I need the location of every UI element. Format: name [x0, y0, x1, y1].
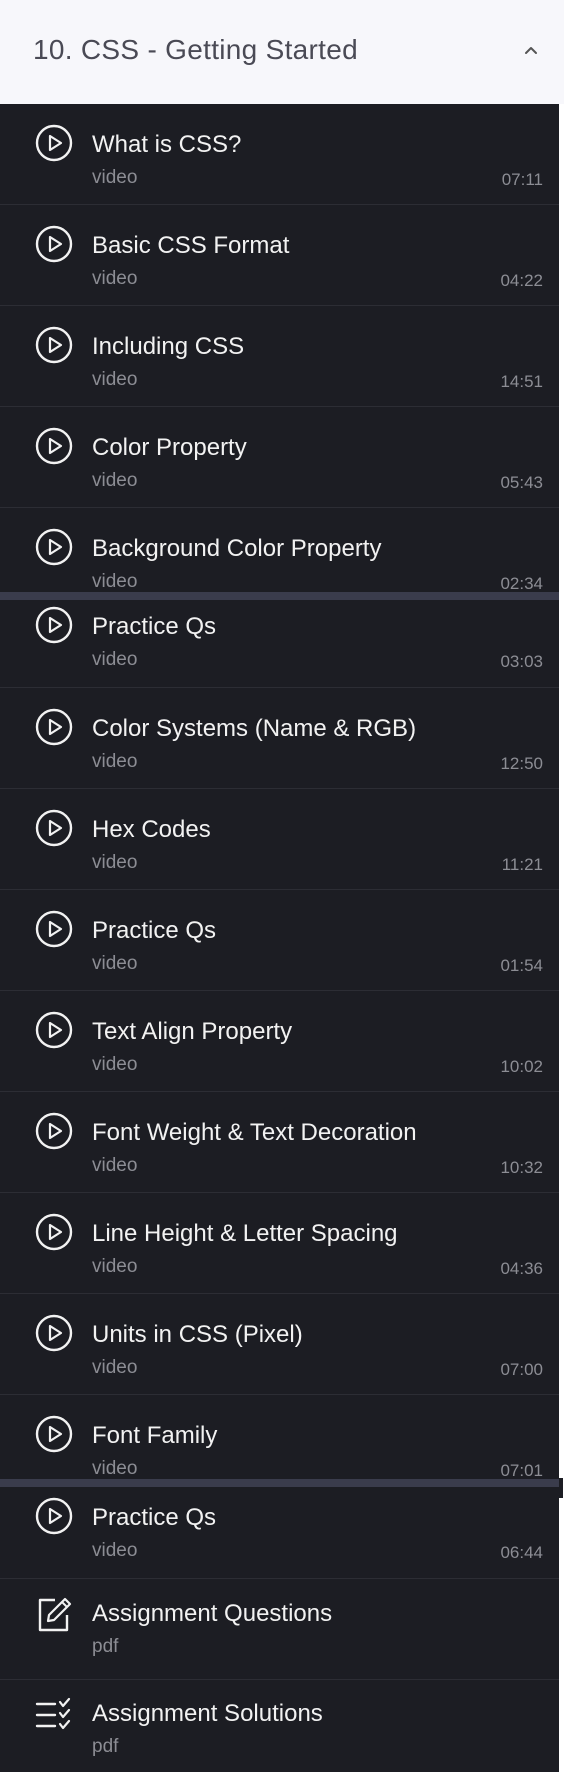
lecture-title: Background Color Property — [92, 535, 382, 562]
lecture-item[interactable]: Assignment Questions pdf — [0, 1579, 559, 1680]
lecture-title: Font Weight & Text Decoration — [92, 1119, 417, 1146]
play-circle-icon — [35, 326, 73, 364]
course-section: 10. CSS - Getting Started What is CSS? v… — [0, 0, 564, 1772]
play-circle-icon — [35, 528, 73, 566]
lecture-type: video — [92, 1540, 138, 1561]
lecture-type: video — [92, 1458, 138, 1479]
lecture-item[interactable]: Text Align Property video 10:02 — [0, 991, 559, 1092]
lecture-duration: 03:03 — [500, 652, 543, 671]
lecture-type: pdf — [92, 1736, 119, 1757]
play-circle-icon — [35, 910, 73, 948]
section-header[interactable]: 10. CSS - Getting Started — [0, 0, 564, 104]
lecture-type: video — [92, 649, 138, 670]
play-circle-icon — [35, 606, 73, 644]
lecture-type: video — [92, 1155, 138, 1176]
lecture-title: Including CSS — [92, 333, 245, 360]
lecture-duration: 07:11 — [501, 170, 543, 189]
play-circle-icon — [35, 427, 73, 465]
play-circle-icon — [35, 708, 73, 746]
play-circle-icon — [35, 124, 73, 162]
lecture-type: video — [92, 751, 138, 772]
lecture-duration: 10:32 — [500, 1158, 543, 1177]
lecture-item[interactable]: Practice Qs video 06:44 — [0, 1487, 559, 1579]
lecture-title: Practice Qs — [92, 917, 217, 944]
lecture-title: Line Height & Letter Spacing — [92, 1220, 398, 1247]
lecture-item[interactable]: Units in CSS (Pixel) video 07:00 — [0, 1294, 559, 1395]
play-circle-icon — [35, 1415, 73, 1453]
lecture-item[interactable]: Practice Qs video 01:54 — [0, 890, 559, 991]
lecture-item[interactable]: Basic CSS Format video 04:22 — [0, 205, 559, 306]
lecture-type: video — [92, 1256, 138, 1277]
lecture-duration: 07:00 — [500, 1360, 543, 1379]
lecture-duration: 02:34 — [500, 574, 543, 593]
lecture-type: video — [92, 953, 138, 974]
lecture-title: Practice Qs — [92, 1504, 217, 1531]
lecture-title: Units in CSS (Pixel) — [92, 1321, 303, 1348]
lecture-type: video — [92, 369, 138, 390]
lecture-type: video — [92, 571, 138, 592]
lecture-title: Hex Codes — [92, 816, 211, 843]
lecture-title: Text Align Property — [92, 1018, 293, 1045]
lecture-duration: 10:02 — [500, 1057, 543, 1076]
lecture-duration: 06:44 — [500, 1543, 543, 1562]
lecture-title: What is CSS? — [92, 131, 242, 158]
lecture-type: video — [92, 1054, 138, 1075]
lecture-title: Color Property — [92, 434, 247, 461]
lecture-item[interactable]: What is CSS? video 07:11 — [0, 104, 559, 205]
lecture-duration: 01:54 — [500, 956, 543, 975]
lecture-item[interactable]: Line Height & Letter Spacing video 04:36 — [0, 1193, 559, 1294]
play-circle-icon — [35, 225, 73, 263]
lecture-duration: 11:21 — [501, 855, 543, 874]
play-circle-icon — [35, 1497, 73, 1535]
lecture-item[interactable]: Color Property video 05:43 — [0, 407, 559, 508]
lecture-duration: 12:50 — [500, 754, 543, 773]
lecture-type: video — [92, 852, 138, 873]
lecture-duration: 04:22 — [500, 271, 543, 290]
lecture-duration: 07:01 — [500, 1461, 543, 1480]
lecture-title: Practice Qs — [92, 613, 217, 640]
checklist-icon — [35, 1696, 73, 1734]
lecture-title: Assignment Solutions — [92, 1700, 323, 1727]
lecture-duration: 05:43 — [500, 473, 543, 492]
play-circle-icon — [35, 1314, 73, 1352]
edit-document-icon — [35, 1596, 73, 1634]
lecture-title: Font Family — [92, 1422, 218, 1449]
lecture-item[interactable]: Assignment Solutions pdf — [0, 1680, 559, 1772]
lecture-item[interactable]: Font Weight & Text Decoration video 10:3… — [0, 1092, 559, 1193]
lecture-type: video — [92, 1357, 138, 1378]
play-circle-icon — [35, 809, 73, 847]
chevron-up-icon[interactable] — [518, 38, 544, 64]
lecture-duration: 14:51 — [500, 372, 543, 391]
lecture-item[interactable]: Color Systems (Name & RGB) video 12:50 — [0, 688, 559, 789]
lecture-title: Assignment Questions — [92, 1600, 333, 1627]
lecture-item[interactable]: Hex Codes video 11:21 — [0, 789, 559, 890]
lecture-type: video — [92, 470, 138, 491]
section-title: 10. CSS - Getting Started — [33, 34, 358, 65]
play-circle-icon — [35, 1011, 73, 1049]
section-divider — [0, 592, 559, 600]
play-circle-icon — [35, 1213, 73, 1251]
lecture-duration: 04:36 — [500, 1259, 543, 1278]
lecture-type: video — [92, 167, 138, 188]
play-circle-icon — [35, 1112, 73, 1150]
lecture-title: Color Systems (Name & RGB) — [92, 715, 417, 742]
section-divider — [0, 1479, 559, 1487]
scrollbar-thumb[interactable] — [559, 1478, 563, 1498]
lecture-type: video — [92, 268, 138, 289]
lecture-list: What is CSS? video 07:11 Basic CSS Forma… — [0, 104, 559, 1772]
lecture-type: pdf — [92, 1636, 119, 1657]
lecture-item[interactable]: Practice Qs video 03:03 — [0, 600, 559, 688]
lecture-item[interactable]: Including CSS video 14:51 — [0, 306, 559, 407]
lecture-item[interactable]: Background Color Property video 02:34 — [0, 508, 559, 595]
lecture-title: Basic CSS Format — [92, 232, 290, 259]
lecture-item[interactable]: Font Family video 07:01 — [0, 1395, 559, 1483]
